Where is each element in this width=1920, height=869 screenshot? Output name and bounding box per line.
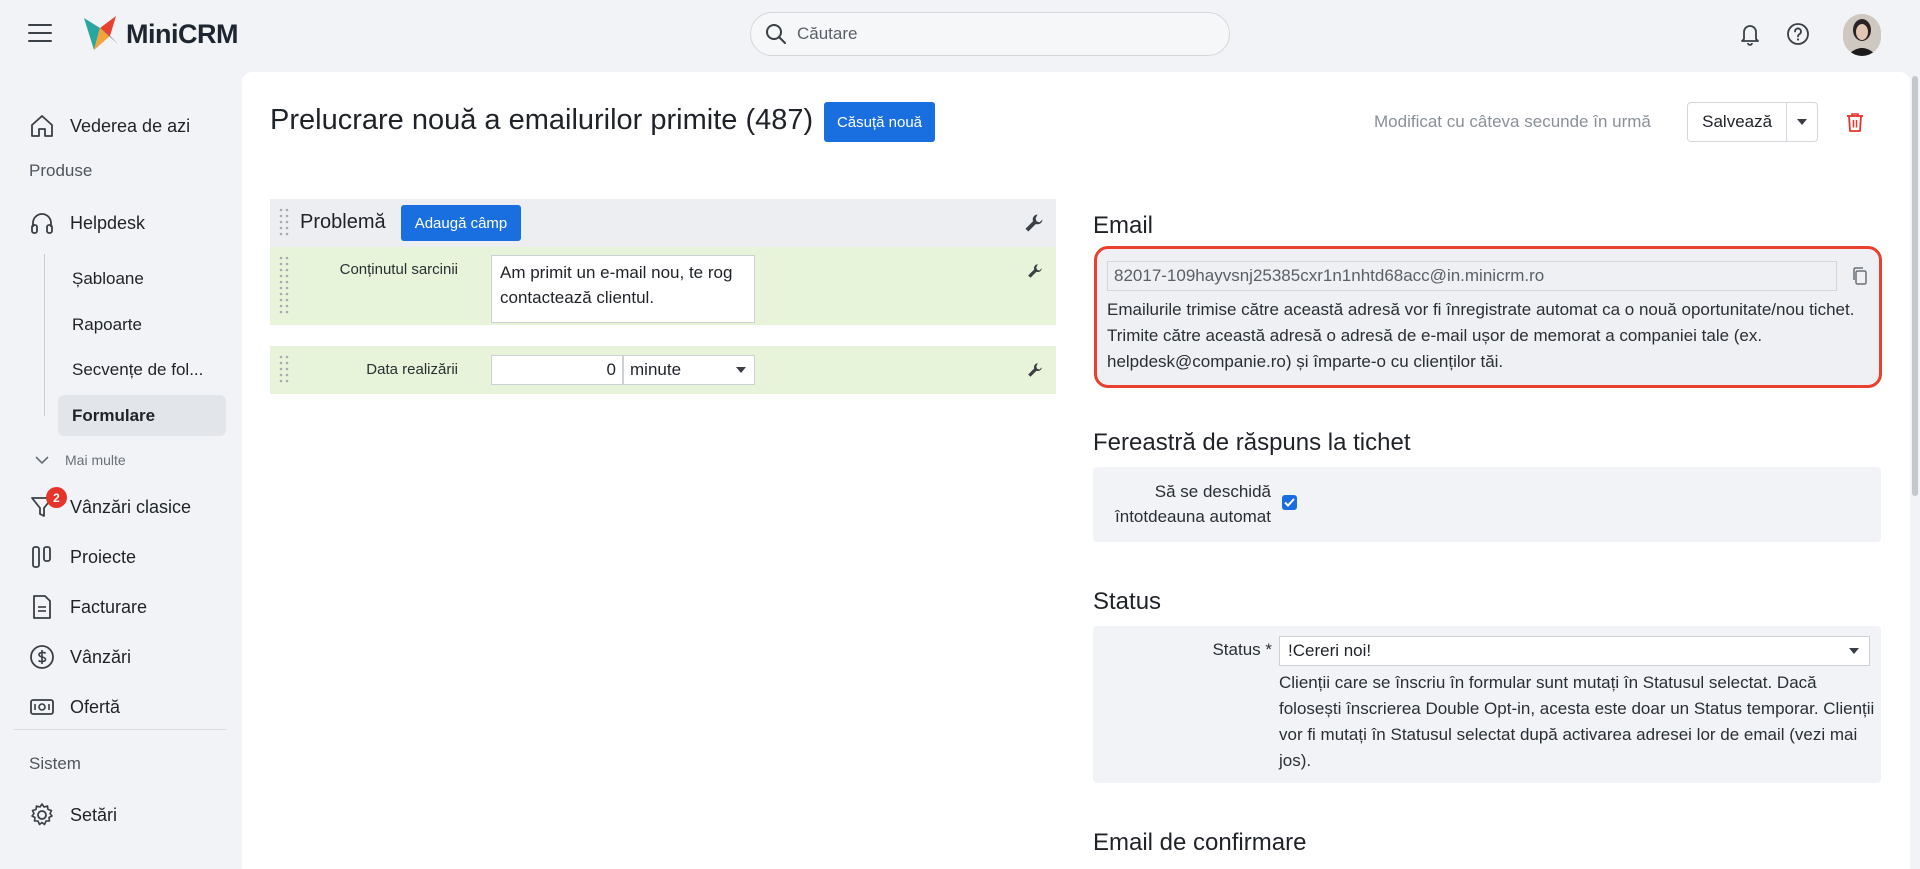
banknote-icon	[28, 693, 56, 721]
submenu-line	[44, 254, 45, 416]
sidebar-item-invoicing[interactable]: Facturare	[28, 592, 147, 622]
save-button[interactable]: Salvează	[1688, 103, 1788, 141]
auto-open-label: Să se deschidă întotdeauna automat	[1115, 482, 1271, 526]
email-description: Emailurile trimise către această adresă …	[1107, 300, 1855, 371]
sidebar-item-label: Vederea de azi	[70, 115, 191, 136]
sidebar-item-settings[interactable]: Setări	[28, 800, 117, 830]
sidebar-divider	[14, 729, 226, 730]
auto-open-checkbox[interactable]	[1282, 495, 1297, 510]
sidebar-subitem-reports[interactable]: Rapoarte	[72, 315, 142, 335]
duration-unit-select[interactable]: minute	[623, 355, 755, 385]
email-section-title: Email	[1093, 212, 1154, 239]
bell-icon[interactable]	[1738, 22, 1762, 46]
save-dropdown-toggle[interactable]	[1787, 103, 1817, 141]
main-panel: Prelucrare nouă a emailurilor primite (4…	[242, 72, 1910, 869]
menu-icon[interactable]	[28, 24, 52, 44]
wrench-icon[interactable]	[1027, 263, 1043, 279]
copy-icon[interactable]	[1852, 267, 1868, 285]
sidebar-subitem-sequences[interactable]: Secvențe de fol...	[72, 360, 203, 380]
status-box: Status * !Cereri noi! Clienții care se î…	[1093, 626, 1881, 783]
add-field-button[interactable]: Adaugă câmp	[401, 205, 521, 241]
more-label: Mai multe	[65, 452, 126, 468]
sidebar: Vederea de azi Produse Helpdesk Șabloane…	[0, 70, 240, 869]
save-button-group: Salvează	[1687, 102, 1818, 142]
inbound-email-address[interactable]: 82017-109hayvsnj25385cxr1n1nhtd68acc@in.…	[1107, 261, 1837, 291]
sidebar-item-label: Setări	[70, 804, 118, 825]
section-label-products: Produse	[29, 161, 93, 180]
form-field-row: Conținutul sarcinii Am primit un e-mail …	[270, 247, 1056, 325]
scrollbar[interactable]	[1910, 70, 1920, 869]
notification-badge: 2	[46, 487, 67, 508]
caret-down-icon	[1849, 648, 1859, 654]
sidebar-item-today[interactable]: Vederea de azi	[28, 111, 190, 141]
duration-number-input[interactable]: 0	[491, 355, 623, 385]
dollar-icon	[28, 643, 56, 671]
trash-icon[interactable]	[1846, 112, 1864, 132]
app-name: MiniCRM	[126, 18, 238, 49]
search-bar[interactable]	[750, 12, 1230, 56]
sidebar-subitem-templates[interactable]: Șabloane	[72, 269, 144, 289]
reply-window-box: Să se deschidă întotdeauna automat	[1093, 467, 1881, 542]
gear-icon	[28, 801, 56, 829]
logo[interactable]: MiniCRM	[80, 14, 238, 54]
sidebar-item-label: Proiecte	[70, 546, 137, 567]
sidebar-item-label: Ofertă	[70, 696, 121, 717]
sidebar-item-label: Helpdesk	[70, 212, 146, 233]
sidebar-item-label: Facturare	[70, 596, 148, 617]
minicrm-logo-icon	[84, 16, 118, 50]
search-icon	[766, 24, 786, 44]
top-bar: MiniCRM	[0, 0, 1920, 70]
drag-handle-icon[interactable]	[278, 207, 290, 239]
modified-status: Modificat cu câteva secunde în urmă	[1374, 112, 1651, 131]
kanban-icon	[28, 543, 56, 571]
caret-down-icon	[736, 367, 746, 373]
scrollbar-thumb[interactable]	[1912, 76, 1918, 496]
reply-window-title: Fereastră de răspuns la tichet	[1093, 429, 1411, 456]
field-label-completion-date: Data realizării	[366, 361, 458, 378]
sidebar-item-sales[interactable]: Vânzări	[28, 642, 131, 672]
wrench-icon[interactable]	[1024, 213, 1044, 233]
home-icon	[28, 112, 56, 140]
wrench-icon[interactable]	[1027, 362, 1043, 378]
section-label-system: Sistem	[29, 754, 81, 773]
new-mailbox-button[interactable]: Căsuță nouă	[824, 102, 935, 142]
field-label-task-content: Conținutul sarcinii	[339, 261, 458, 278]
email-settings-box: 82017-109hayvsnj25385cxr1n1nhtd68acc@in.…	[1094, 246, 1882, 388]
help-icon[interactable]	[1786, 22, 1810, 46]
status-selected-value: !Cereri noi!	[1288, 641, 1372, 660]
form-section-title: Problemă	[300, 211, 386, 233]
chevron-down-icon	[35, 456, 49, 465]
caret-down-icon	[1797, 119, 1808, 125]
page-title: Prelucrare nouă a emailurilor primite (4…	[270, 104, 814, 136]
sidebar-item-label: Vânzări	[70, 646, 132, 667]
form-section-header: Problemă Adaugă câmp	[270, 199, 1056, 247]
sidebar-item-projects[interactable]: Proiecte	[28, 542, 136, 572]
headset-icon	[28, 209, 56, 237]
status-description: Clienții care se înscriu în formular sun…	[1279, 673, 1875, 770]
status-select[interactable]: !Cereri noi!	[1279, 636, 1870, 666]
form-field-row: Data realizării 0 minute	[270, 346, 1056, 394]
status-field-label: Status *	[1212, 640, 1272, 659]
task-content-textarea[interactable]: Am primit un e-mail nou, te rog contacte…	[491, 255, 755, 323]
avatar[interactable]	[1843, 14, 1881, 56]
check-icon	[1284, 498, 1295, 507]
document-icon	[28, 593, 56, 621]
sidebar-item-label: Vânzări clasice	[70, 496, 192, 517]
status-section-title: Status	[1093, 588, 1162, 615]
sidebar-item-helpdesk[interactable]: Helpdesk	[28, 208, 145, 238]
search-input[interactable]	[797, 24, 1217, 44]
sidebar-item-offer[interactable]: Ofertă	[28, 692, 120, 722]
duration-unit-value: minute	[630, 360, 682, 379]
sidebar-subitem-forms[interactable]: Formulare	[72, 406, 155, 426]
confirmation-email-title: Email de confirmare	[1093, 829, 1307, 856]
more-toggle[interactable]: Mai multe	[35, 452, 126, 468]
